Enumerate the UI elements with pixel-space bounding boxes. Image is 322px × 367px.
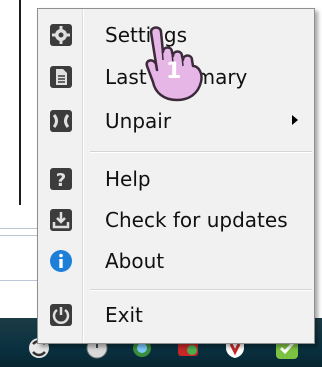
menu-item-help[interactable]: ? Help bbox=[38, 159, 314, 199]
menu-item-label: Check for updates bbox=[105, 208, 288, 232]
document-icon bbox=[49, 65, 73, 89]
download-icon bbox=[49, 208, 73, 232]
power-icon bbox=[49, 303, 73, 327]
unpair-icon bbox=[49, 109, 73, 133]
menu-item-about[interactable]: About bbox=[38, 241, 314, 281]
menu-item-unpair[interactable]: Unpair bbox=[38, 101, 314, 141]
submenu-arrow-icon bbox=[292, 115, 298, 125]
menu-item-check-for-updates[interactable]: Check for updates bbox=[38, 200, 314, 240]
help-icon: ? bbox=[49, 167, 73, 191]
step-number-badge: 1 bbox=[166, 59, 182, 84]
info-icon bbox=[49, 249, 73, 273]
menu-item-label: Help bbox=[105, 167, 151, 191]
gear-icon bbox=[49, 23, 73, 47]
menu-item-label: Unpair bbox=[105, 109, 172, 133]
menu-item-exit[interactable]: Exit bbox=[38, 295, 314, 335]
menu-item-label: About bbox=[105, 249, 165, 273]
menu-item-label: Exit bbox=[105, 303, 143, 327]
svg-text:?: ? bbox=[56, 170, 66, 191]
